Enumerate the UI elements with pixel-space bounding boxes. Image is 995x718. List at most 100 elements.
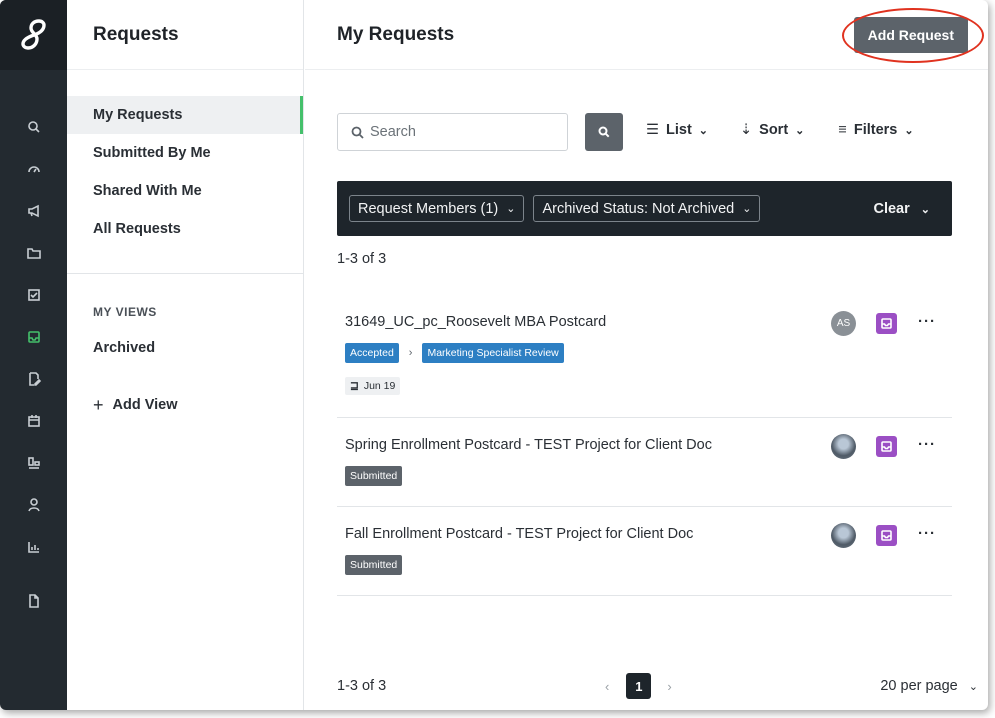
clear-filters-button[interactable]: Clear ⌄ bbox=[873, 201, 930, 217]
chevron-down-icon: ⌄ bbox=[968, 681, 978, 693]
rail-dashboard[interactable] bbox=[0, 148, 67, 190]
pagination-footer: 1-3 of 3 ‹ 1 › 20 per page ⌄ bbox=[337, 673, 978, 699]
filter-chip-label: Archived Status: Not Archived bbox=[542, 200, 735, 217]
footer-count: 1-3 of 3 bbox=[337, 678, 387, 694]
status-badge: Submitted bbox=[345, 466, 403, 486]
chevron-down-icon: ⌄ bbox=[742, 203, 752, 215]
rail-calendar[interactable] bbox=[0, 400, 67, 442]
rail-campaigns[interactable] bbox=[0, 190, 67, 232]
pager: ‹ 1 › bbox=[605, 673, 672, 699]
bar-chart-icon bbox=[27, 542, 39, 553]
chevron-down-icon: ⌄ bbox=[698, 124, 708, 137]
status-tags: Submitted bbox=[337, 453, 952, 486]
status-badge: Accepted bbox=[345, 343, 399, 363]
chevron-right-icon[interactable]: › bbox=[667, 679, 671, 694]
icon-rail bbox=[0, 0, 67, 710]
filters-label: Filters bbox=[853, 122, 898, 138]
due-date: ⊒ Jun 19 bbox=[345, 377, 401, 395]
add-view-button[interactable]: + Add View bbox=[67, 393, 303, 417]
nav-title: Requests bbox=[67, 0, 303, 70]
active-filters-bar: Request Members (1) ⌄ Archived Status: N… bbox=[337, 181, 952, 236]
page-title: My Requests bbox=[337, 23, 455, 45]
chevron-down-icon: ⌄ bbox=[920, 203, 930, 216]
avatar[interactable]: AS bbox=[831, 311, 856, 336]
list-view-toggle[interactable]: ☰ List ⌄ bbox=[646, 122, 708, 138]
chevron-left-icon[interactable]: ‹ bbox=[605, 679, 609, 694]
add-request-button[interactable]: Add Request bbox=[841, 7, 984, 63]
filter-icon: ≡ bbox=[838, 122, 847, 138]
nav-item-archived[interactable]: Archived bbox=[67, 329, 303, 367]
user-icon bbox=[27, 498, 40, 512]
list-item[interactable]: Fall Enrollment Postcard - TEST Project … bbox=[337, 507, 952, 596]
my-views-heading: MY VIEWS bbox=[93, 305, 157, 319]
avatar[interactable] bbox=[831, 434, 856, 459]
list-label: List bbox=[666, 122, 692, 138]
requests-nav: Requests My Requests Submitted By Me Sha… bbox=[67, 0, 304, 710]
plus-icon: + bbox=[93, 394, 104, 415]
more-options-icon[interactable]: ··· bbox=[918, 525, 936, 542]
document-icon bbox=[28, 594, 39, 608]
search-icon bbox=[351, 126, 364, 139]
sort-dropdown[interactable]: ⇣ Sort ⌄ bbox=[740, 122, 804, 138]
chevron-down-icon: ⌄ bbox=[795, 124, 805, 137]
nav-item-my-requests[interactable]: My Requests bbox=[67, 96, 303, 134]
due-date-wrap: ⊒ Jun 19 bbox=[337, 363, 952, 395]
inbox-icon[interactable] bbox=[876, 525, 897, 546]
inbox-icon[interactable] bbox=[876, 436, 897, 457]
rail-projects[interactable] bbox=[0, 232, 67, 274]
rail-people[interactable] bbox=[0, 484, 67, 526]
status-tags: Submitted bbox=[337, 542, 952, 575]
filter-chip-request-members[interactable]: Request Members (1) ⌄ bbox=[349, 195, 525, 222]
stage-badge: Marketing Specialist Review bbox=[422, 343, 564, 363]
per-page-label: 20 per page bbox=[880, 678, 958, 694]
more-options-icon[interactable]: ··· bbox=[918, 313, 936, 330]
toolbar: Search ☰ List ⌄ ⇣ Sort ⌄ ≡ Filters ⌄ bbox=[337, 113, 962, 151]
sort-icon: ⇣ bbox=[740, 122, 753, 138]
request-title[interactable]: Fall Enrollment Postcard - TEST Project … bbox=[337, 507, 952, 542]
per-page-dropdown[interactable]: 20 per page ⌄ bbox=[880, 678, 978, 694]
rail-documents[interactable] bbox=[0, 580, 67, 622]
status-tags: Accepted › Marketing Specialist Review bbox=[337, 330, 952, 363]
search-placeholder: Search bbox=[370, 124, 416, 140]
app-logo[interactable] bbox=[0, 0, 67, 70]
search-button[interactable] bbox=[585, 113, 623, 151]
folder-icon bbox=[26, 248, 41, 259]
nav-list: My Requests Submitted By Me Shared With … bbox=[67, 70, 303, 248]
list-icon: ☰ bbox=[646, 122, 659, 138]
inbox-icon bbox=[27, 331, 40, 343]
request-list: 31649_UC_pc_Roosevelt MBA Postcard Accep… bbox=[337, 294, 952, 596]
more-options-icon[interactable]: ··· bbox=[918, 436, 936, 453]
nav-item-shared-with-me[interactable]: Shared With Me bbox=[67, 172, 303, 210]
rail-search[interactable] bbox=[0, 106, 67, 148]
calendar-icon: ⊒ bbox=[350, 380, 359, 392]
rail-tasks[interactable] bbox=[0, 274, 67, 316]
filter-chip-label: Request Members (1) bbox=[358, 200, 499, 217]
filters-dropdown[interactable]: ≡ Filters ⌄ bbox=[838, 122, 913, 138]
checklist-icon bbox=[27, 289, 40, 301]
org-chart-icon bbox=[27, 457, 40, 469]
logo-icon bbox=[20, 19, 46, 50]
filter-chip-archived-status[interactable]: Archived Status: Not Archived ⌄ bbox=[533, 195, 761, 222]
results-count: 1-3 of 3 bbox=[337, 251, 387, 267]
request-title[interactable]: 31649_UC_pc_Roosevelt MBA Postcard bbox=[337, 294, 952, 330]
search-icon bbox=[27, 121, 40, 133]
rail-proofs[interactable] bbox=[0, 358, 67, 400]
rail-reports[interactable] bbox=[0, 526, 67, 568]
edit-doc-icon bbox=[28, 372, 41, 386]
highlight-circle bbox=[841, 7, 984, 63]
nav-item-submitted-by-me[interactable]: Submitted By Me bbox=[67, 134, 303, 172]
page-button[interactable]: 1 bbox=[626, 673, 652, 699]
inbox-icon[interactable] bbox=[876, 313, 897, 334]
rail-resources[interactable] bbox=[0, 442, 67, 484]
add-view-label: Add View bbox=[112, 397, 178, 413]
request-title[interactable]: Spring Enrollment Postcard - TEST Projec… bbox=[337, 418, 952, 453]
list-item[interactable]: 31649_UC_pc_Roosevelt MBA Postcard Accep… bbox=[337, 294, 952, 418]
list-item[interactable]: Spring Enrollment Postcard - TEST Projec… bbox=[337, 418, 952, 507]
nav-item-all-requests[interactable]: All Requests bbox=[67, 210, 303, 248]
due-date-label: Jun 19 bbox=[363, 380, 396, 392]
search-input[interactable]: Search bbox=[337, 113, 568, 151]
avatar[interactable] bbox=[831, 523, 856, 548]
sort-label: Sort bbox=[759, 122, 789, 138]
rail-requests[interactable] bbox=[0, 316, 67, 358]
main-panel: My Requests Add Request Search ☰ List ⌄ … bbox=[305, 0, 988, 710]
